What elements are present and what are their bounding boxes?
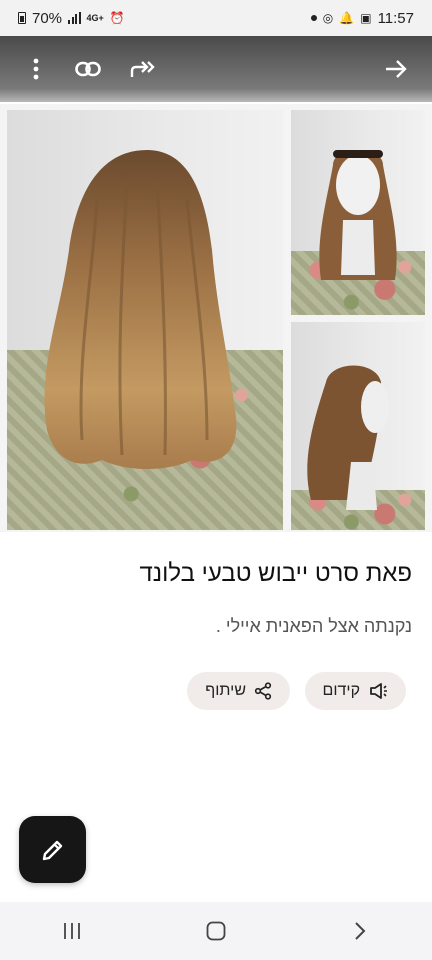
battery-icon — [18, 12, 26, 24]
share-label: שיתוף — [205, 682, 246, 699]
bell-icon: 🔔 — [339, 11, 355, 25]
back-icon[interactable] — [330, 909, 390, 953]
side-photo-front[interactable] — [291, 110, 425, 315]
home-icon[interactable] — [186, 909, 246, 953]
share-icon — [254, 682, 272, 700]
pencil-icon — [42, 840, 62, 860]
network-type: 4G+ — [86, 13, 104, 23]
wig-front-image — [319, 150, 397, 280]
listing-title: פאת סרט ייבוש טבעי בלונד — [139, 560, 413, 587]
promote-label: קידום — [322, 682, 360, 699]
listing-description: נקנתה אצל הפאנית איילי . — [215, 616, 412, 636]
main-photo[interactable] — [7, 110, 283, 530]
forward-all-icon[interactable] — [124, 49, 164, 89]
recents-icon[interactable] — [42, 909, 102, 953]
system-nav-bar — [0, 902, 432, 960]
notification-dot-icon — [310, 15, 317, 21]
photo-gallery — [0, 104, 432, 532]
share-button[interactable]: שיתוף — [187, 672, 290, 710]
arrow-forward-icon[interactable] — [376, 49, 416, 89]
status-left: 70% 4G+ ⏰ — [18, 10, 125, 27]
edit-button[interactable] — [19, 816, 86, 883]
top-toolbar — [0, 36, 432, 102]
megaphone-icon — [370, 683, 387, 699]
link-icon[interactable] — [68, 49, 108, 89]
side-photo-profile[interactable] — [291, 322, 425, 530]
promote-button[interactable]: קידום — [304, 672, 406, 710]
clock: 11:57 — [377, 9, 414, 27]
wig-profile-image — [307, 365, 389, 510]
battery-level: 70% — [32, 9, 63, 27]
signal-icon — [68, 12, 81, 24]
alarm-icon: ⏰ — [109, 11, 125, 25]
wig-back-image — [44, 150, 237, 469]
action-buttons: קידום שיתוף — [0, 672, 432, 712]
app-notification-icon: ◎ — [322, 11, 334, 25]
gallery-icon: ▣ — [360, 11, 372, 25]
status-right: ◎ 🔔 ▣ 11:57 — [310, 9, 414, 27]
more-vert-icon[interactable] — [16, 49, 56, 89]
status-bar: 70% 4G+ ⏰ ◎ 🔔 ▣ 11:57 — [0, 0, 432, 36]
